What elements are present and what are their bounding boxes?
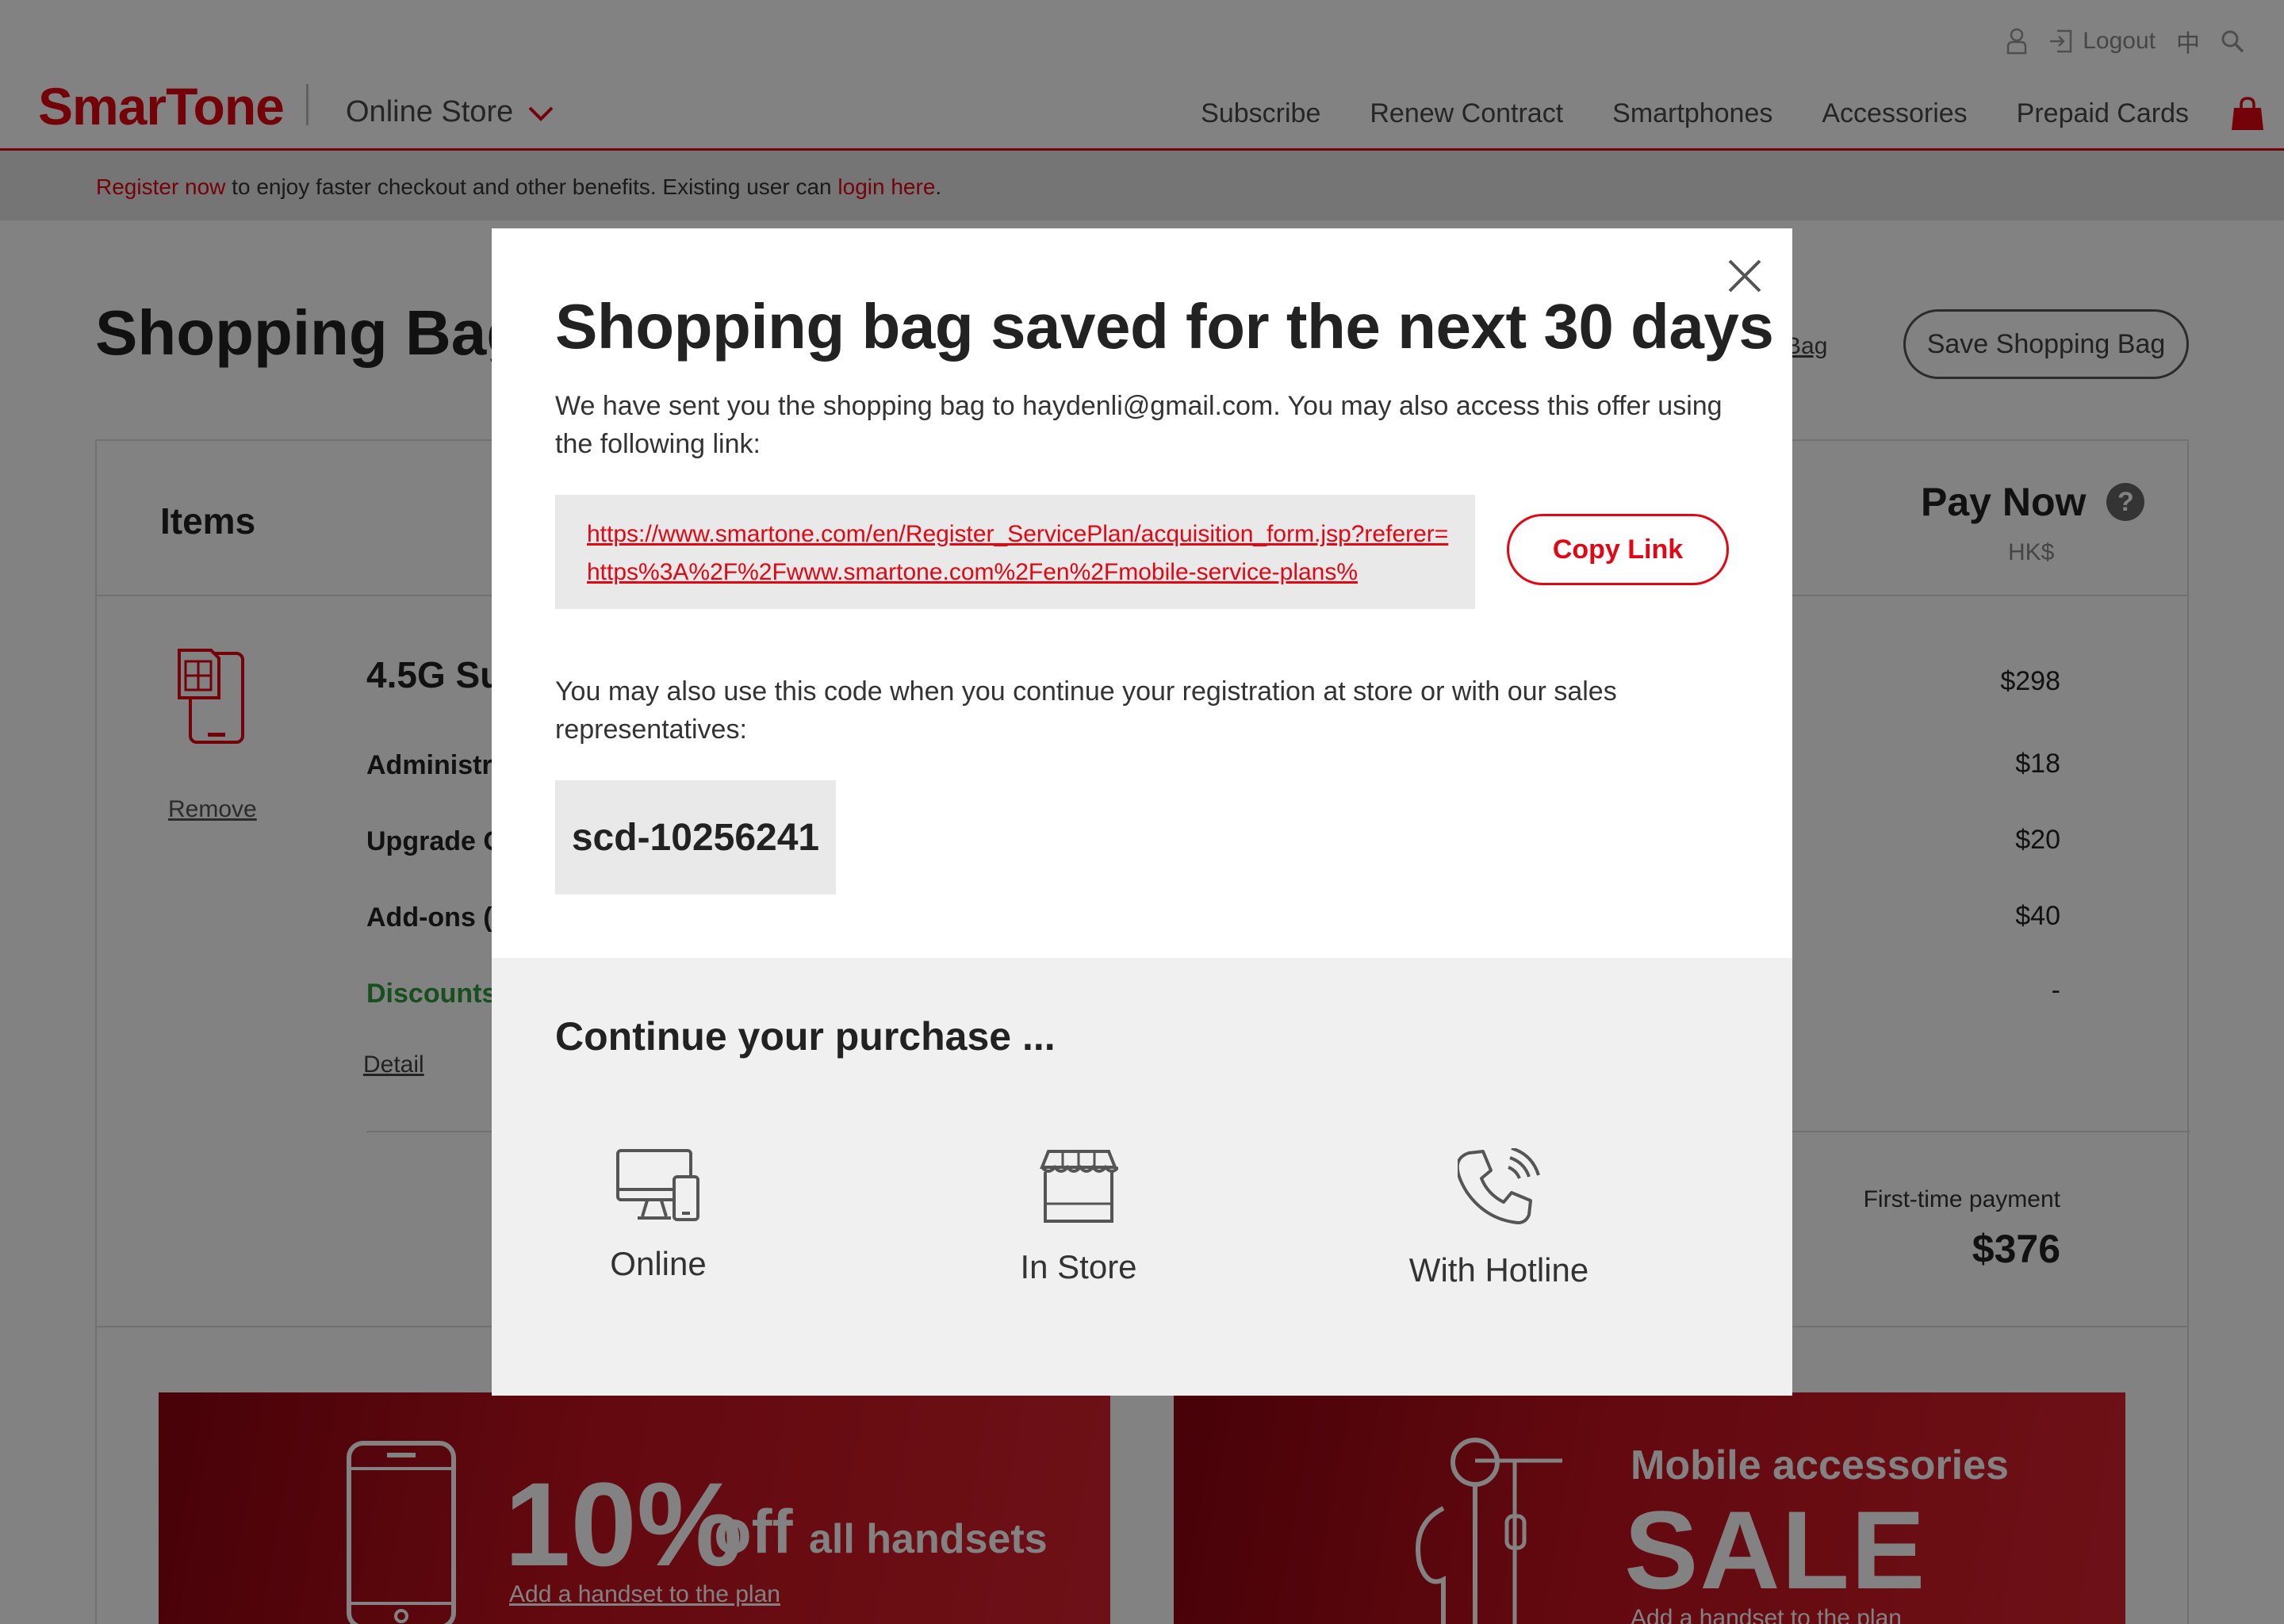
bag-code: scd-10256241 xyxy=(555,780,836,894)
code-instructions: You may also use this code when you cont… xyxy=(555,676,1617,745)
option-hotline[interactable]: With Hotline xyxy=(1380,1148,1618,1289)
option-in-store-label: In Store xyxy=(1020,1248,1137,1285)
store-icon xyxy=(960,1148,1198,1224)
modal-title: Shopping bag saved for the next 30 days xyxy=(555,291,1774,362)
copy-link-button[interactable]: Copy Link xyxy=(1507,514,1729,585)
option-online-label: Online xyxy=(610,1245,707,1282)
option-hotline-label: With Hotline xyxy=(1408,1251,1589,1289)
devices-icon xyxy=(539,1148,777,1221)
continue-heading: Continue your purchase ... xyxy=(555,1014,1056,1059)
saved-bag-modal: Shopping bag saved for the next 30 days … xyxy=(492,228,1792,1396)
share-link[interactable]: https://www.smartone.com/en/Register_Ser… xyxy=(587,515,1451,592)
share-link-box: https://www.smartone.com/en/Register_Ser… xyxy=(555,495,1475,609)
option-in-store[interactable]: In Store xyxy=(960,1148,1198,1286)
option-online[interactable]: Online xyxy=(539,1148,777,1283)
continue-section: Continue your purchase ... Online In Sto… xyxy=(492,958,1792,1396)
phone-call-icon xyxy=(1380,1148,1618,1228)
modal-intro: We have sent you the shopping bag to hay… xyxy=(555,391,1723,459)
